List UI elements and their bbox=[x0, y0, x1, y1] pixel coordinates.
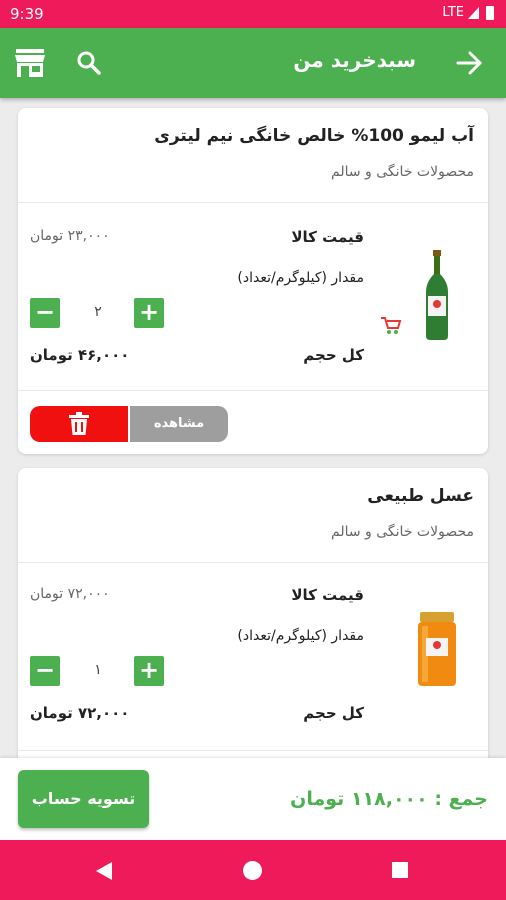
search-icon[interactable] bbox=[76, 50, 102, 76]
divider bbox=[18, 390, 488, 391]
page-title: سبدخرید من bbox=[293, 48, 416, 72]
store-icon[interactable] bbox=[14, 48, 46, 78]
trash-icon bbox=[69, 412, 89, 435]
network-type: LTE bbox=[442, 5, 464, 20]
cart-list[interactable]: آب لیمو 100% خالص خانگی نیم لیتری محصولا… bbox=[0, 98, 506, 758]
system-nav-bar bbox=[0, 840, 506, 900]
increase-button[interactable]: + bbox=[134, 298, 164, 328]
price-label: قیمت کالا bbox=[291, 228, 364, 246]
price-value: ۷۲,۰۰۰ تومان bbox=[30, 586, 110, 602]
checkout-button[interactable]: تسویه حساب bbox=[18, 770, 149, 828]
cart-icon bbox=[381, 317, 402, 334]
signal-icon bbox=[468, 6, 479, 19]
cart-total: جمع : ۱۱۸,۰۰۰ تومان bbox=[290, 788, 488, 810]
divider bbox=[18, 202, 488, 203]
cart-item-card: آب لیمو 100% خالص خانگی نیم لیتری محصولا… bbox=[18, 108, 488, 454]
quantity-label: مقدار (کیلوگرم/تعداد) bbox=[237, 628, 364, 644]
back-arrow-icon[interactable] bbox=[454, 48, 484, 78]
quantity-value: ۱ bbox=[94, 662, 102, 678]
product-name: عسل طبیعی bbox=[367, 486, 474, 506]
status-time: 9:39 bbox=[10, 5, 44, 23]
total-label: کل حجم bbox=[303, 346, 364, 364]
product-name: آب لیمو 100% خالص خانگی نیم لیتری bbox=[154, 126, 474, 146]
nav-recents-icon[interactable] bbox=[392, 862, 408, 878]
status-icons: LTE bbox=[442, 5, 494, 20]
checkout-bar: تسویه حساب جمع : ۱۱۸,۰۰۰ تومان bbox=[0, 758, 506, 840]
decrease-button[interactable]: − bbox=[30, 656, 60, 686]
status-bar: 9:39 LTE bbox=[0, 0, 506, 28]
total-value: ۷۲,۰۰۰ تومان bbox=[30, 704, 130, 722]
quantity-label: مقدار (کیلوگرم/تعداد) bbox=[237, 270, 364, 286]
view-button[interactable]: مشاهده bbox=[130, 406, 228, 442]
cart-item-card: عسل طبیعی محصولات خانگی و سالم قیمت کالا… bbox=[18, 468, 488, 758]
total-value: ۴۶,۰۰۰ تومان bbox=[30, 346, 130, 364]
price-label: قیمت کالا bbox=[291, 586, 364, 604]
item-actions: مشاهده bbox=[30, 406, 230, 442]
product-category: محصولات خانگی و سالم bbox=[331, 524, 474, 540]
product-image bbox=[418, 612, 456, 686]
product-category: محصولات خانگی و سالم bbox=[331, 164, 474, 180]
product-image bbox=[426, 250, 448, 340]
divider bbox=[18, 562, 488, 563]
nav-back-icon[interactable] bbox=[96, 862, 112, 880]
quantity-value: ۲ bbox=[94, 304, 102, 320]
increase-button[interactable]: + bbox=[134, 656, 164, 686]
total-label: کل حجم bbox=[303, 704, 364, 722]
price-value: ۲۳,۰۰۰ تومان bbox=[30, 228, 110, 244]
battery-icon bbox=[486, 5, 494, 20]
decrease-button[interactable]: − bbox=[30, 298, 60, 328]
app-bar: سبدخرید من bbox=[0, 28, 506, 98]
divider bbox=[18, 750, 488, 751]
delete-button[interactable] bbox=[30, 406, 128, 442]
nav-home-icon[interactable] bbox=[243, 861, 262, 880]
